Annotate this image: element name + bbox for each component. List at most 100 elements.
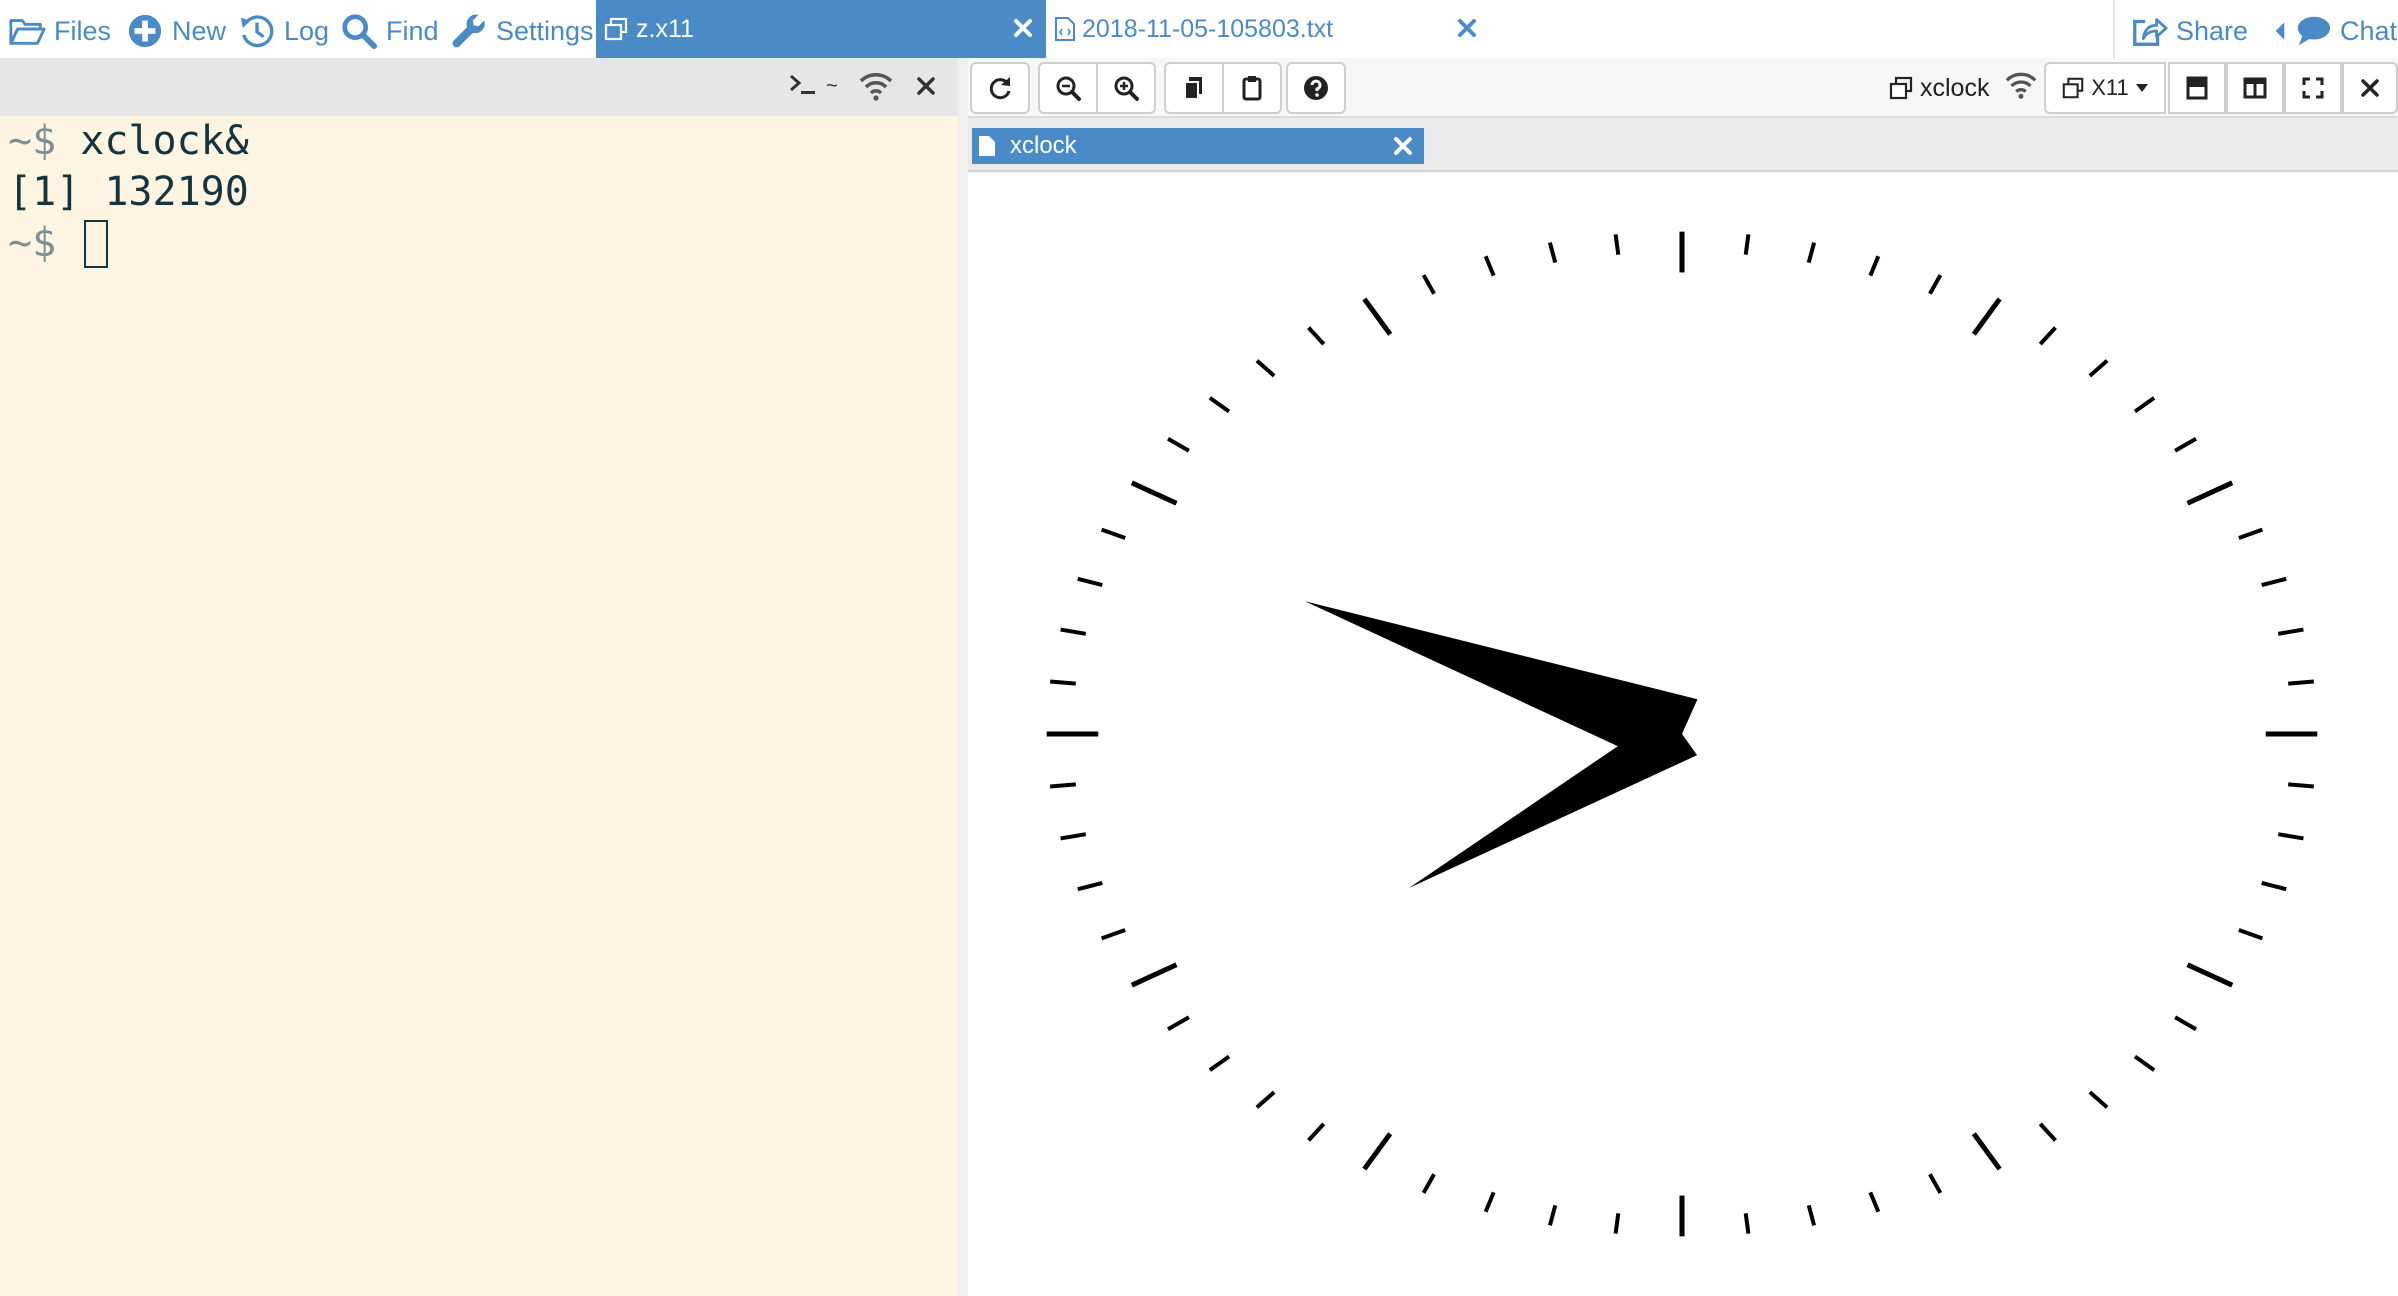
fullscreen-button[interactable] — [2284, 62, 2342, 114]
minute-tick — [1208, 396, 1231, 414]
close-icon[interactable] — [1008, 13, 1038, 43]
log-button[interactable]: Log — [238, 6, 329, 56]
chat-label: Chat — [2340, 15, 2398, 46]
hour-tick — [1362, 297, 1393, 336]
clipboard-icon — [1242, 76, 1262, 101]
folder-open-icon — [9, 19, 46, 45]
minute-hand — [1304, 601, 1698, 769]
copy-icon — [1184, 77, 1202, 100]
minute-tick — [1483, 255, 1496, 277]
paste-button[interactable] — [1222, 62, 1282, 114]
minute-tick — [1255, 359, 1276, 378]
minute-tick — [1255, 1090, 1276, 1109]
minute-tick — [1049, 679, 1076, 686]
minute-tick — [1483, 1191, 1496, 1213]
copy-button[interactable] — [1164, 62, 1224, 114]
zoom-in-icon — [1114, 76, 1139, 101]
minute-tick — [2261, 576, 2287, 588]
close-icon[interactable] — [912, 72, 940, 100]
find-label: Find — [386, 15, 439, 46]
history-icon — [240, 15, 274, 48]
window-title: xclock — [1888, 62, 1989, 114]
minute-tick — [1208, 1054, 1231, 1072]
file-icon — [979, 136, 995, 156]
new-button[interactable]: New — [126, 6, 226, 56]
minute-tick — [1421, 1173, 1436, 1194]
hour-tick — [1971, 1132, 2002, 1171]
minute-tick — [2088, 359, 2109, 378]
minute-tick — [1421, 274, 1436, 295]
find-button[interactable]: Find — [340, 6, 439, 56]
hour-tick — [1362, 1132, 1393, 1171]
close-pane-button[interactable] — [2342, 62, 2398, 114]
minute-tick — [1613, 234, 1621, 255]
minute-tick — [2288, 782, 2315, 789]
tab-label: z.x11 — [636, 14, 694, 43]
minute-tick — [1077, 880, 1103, 892]
close-icon — [2361, 79, 2379, 97]
caret-down-icon — [2135, 84, 2148, 92]
minute-tick — [1613, 1213, 1621, 1234]
analog-clock — [1046, 231, 2318, 1237]
minute-tick — [1743, 1213, 1751, 1234]
terminal-cursor — [84, 220, 109, 268]
minute-tick — [1806, 242, 1817, 264]
split-horizontal-icon — [2186, 76, 2208, 100]
terminal-header-label: ~ — [826, 75, 838, 97]
tab-xclock[interactable]: xclock — [972, 128, 1424, 164]
minute-tick — [2038, 326, 2057, 346]
wifi-icon — [859, 73, 893, 101]
minute-tick — [1307, 326, 1326, 346]
zoom-out-button[interactable] — [1038, 62, 1098, 114]
chat-button[interactable]: Chat — [2274, 6, 2397, 56]
window-title-label: xclock — [1920, 73, 1990, 102]
tab-text-file[interactable]: 2018-11-05-105803.txt — [1048, 0, 1488, 58]
minute-tick — [2088, 1090, 2109, 1109]
reload-icon — [989, 77, 1011, 100]
display-select-label: X11 — [2091, 75, 2129, 100]
pane-divider[interactable] — [958, 58, 968, 1296]
settings-button[interactable]: Settings — [450, 6, 594, 56]
share-button[interactable]: Share — [2130, 6, 2248, 56]
minute-tick — [2261, 880, 2287, 892]
hour-tick — [1971, 297, 2002, 336]
close-icon[interactable] — [1390, 133, 1416, 159]
minute-tick — [2277, 832, 2304, 841]
help-button[interactable] — [1286, 62, 1346, 114]
terminal-body[interactable] — [0, 116, 958, 1296]
file-code-icon — [1055, 17, 1075, 41]
zoom-out-icon — [1056, 76, 1081, 101]
minute-tick — [1100, 928, 1126, 941]
minute-tick — [1868, 255, 1881, 277]
minute-tick — [1100, 527, 1126, 540]
wifi-icon — [2005, 72, 2037, 99]
minute-tick — [2238, 527, 2264, 540]
minute-tick — [2133, 1054, 2156, 1072]
files-button[interactable]: Files — [8, 6, 111, 56]
divider — [2113, 0, 2115, 58]
share-icon — [2133, 18, 2168, 46]
terminal-prompt: ~$ — [8, 118, 57, 164]
chat-bubble-icon — [2297, 16, 2331, 46]
minute-tick — [1307, 1122, 1326, 1142]
reload-button[interactable] — [970, 62, 1030, 114]
tab-z-x11[interactable]: z.x11 — [596, 0, 1046, 58]
question-circle-icon — [1304, 76, 1328, 100]
minute-tick — [1743, 234, 1751, 255]
split-vertical-icon — [2243, 77, 2267, 99]
display-select[interactable]: X11 — [2044, 62, 2166, 114]
log-label: Log — [284, 15, 330, 46]
settings-label: Settings — [496, 15, 594, 46]
minute-tick — [1060, 832, 1087, 841]
search-icon — [342, 14, 378, 50]
clock-canvas — [968, 172, 2398, 1296]
chevron-left-icon — [2275, 22, 2285, 40]
close-icon[interactable] — [1452, 13, 1482, 43]
split-horizontal-button[interactable] — [2168, 62, 2226, 114]
zoom-in-button[interactable] — [1096, 62, 1156, 114]
split-vertical-button[interactable] — [2226, 62, 2284, 114]
minute-tick — [1928, 1173, 1943, 1194]
minute-tick — [2238, 928, 2264, 941]
minute-tick — [2174, 1015, 2197, 1032]
